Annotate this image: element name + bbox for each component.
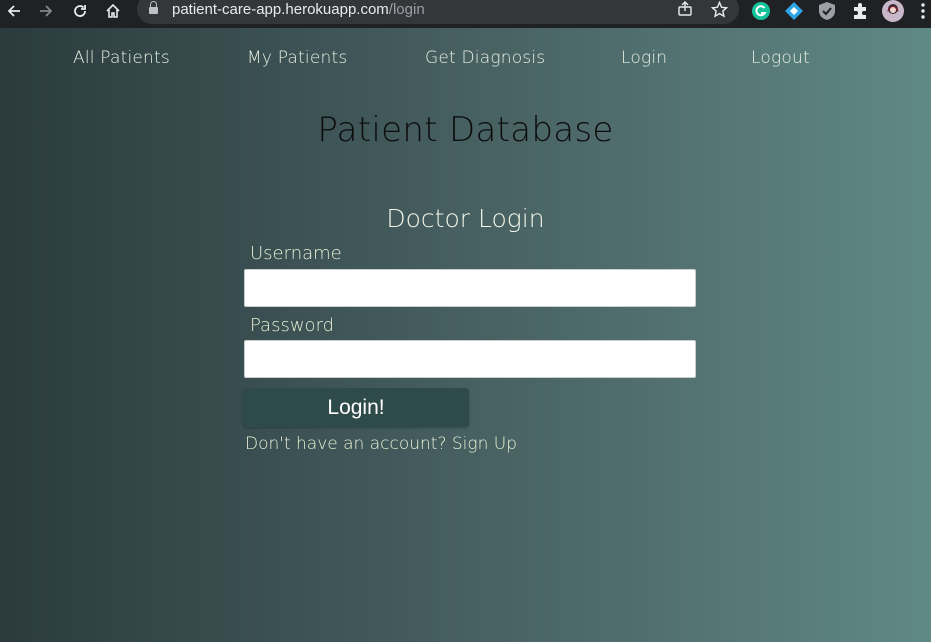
address-bar[interactable]: patient-care-app.herokuapp.com/login xyxy=(137,0,739,24)
page-content: All Patients My Patients Get Diagnosis L… xyxy=(0,28,931,642)
signup-link[interactable]: Sign Up xyxy=(452,434,517,454)
menu-icon[interactable] xyxy=(916,0,930,22)
url-text[interactable]: patient-care-app.herokuapp.com/login xyxy=(172,1,425,18)
share-icon[interactable] xyxy=(676,0,694,18)
nav-my-patients[interactable]: My Patients xyxy=(247,48,347,68)
signup-prompt: Don't have an account? Sign Up xyxy=(245,434,517,454)
shield-extension-icon[interactable] xyxy=(816,0,838,22)
password-input[interactable] xyxy=(244,340,696,378)
profile-avatar[interactable] xyxy=(882,0,904,22)
form-title: Doctor Login xyxy=(386,204,545,233)
lock-icon xyxy=(149,1,158,15)
signup-prompt-text: Don't have an account? xyxy=(245,434,447,454)
reload-icon[interactable] xyxy=(68,0,92,22)
grammarly-icon[interactable] xyxy=(750,0,772,22)
forward-icon[interactable] xyxy=(34,0,58,22)
puzzle-icon[interactable] xyxy=(849,0,871,22)
login-submit-button[interactable]: Login! xyxy=(243,388,469,427)
nav-login[interactable]: Login xyxy=(621,48,667,68)
username-label: Username xyxy=(250,243,342,264)
url-path: /login xyxy=(388,1,425,18)
page-title: Patient Database xyxy=(317,110,614,150)
nav-all-patients[interactable]: All Patients xyxy=(73,48,170,68)
nav-get-diagnosis[interactable]: Get Diagnosis xyxy=(425,48,545,68)
browser-toolbar: patient-care-app.herokuapp.com/login xyxy=(0,0,931,28)
nav-logout[interactable]: Logout xyxy=(751,48,810,68)
username-input[interactable] xyxy=(244,269,696,307)
star-icon[interactable] xyxy=(710,0,728,18)
password-label: Password xyxy=(250,315,335,336)
url-host: patient-care-app.herokuapp.com xyxy=(172,1,389,18)
extension-diamond-icon[interactable] xyxy=(783,0,805,22)
back-icon[interactable] xyxy=(2,0,26,22)
home-icon[interactable] xyxy=(101,0,125,22)
